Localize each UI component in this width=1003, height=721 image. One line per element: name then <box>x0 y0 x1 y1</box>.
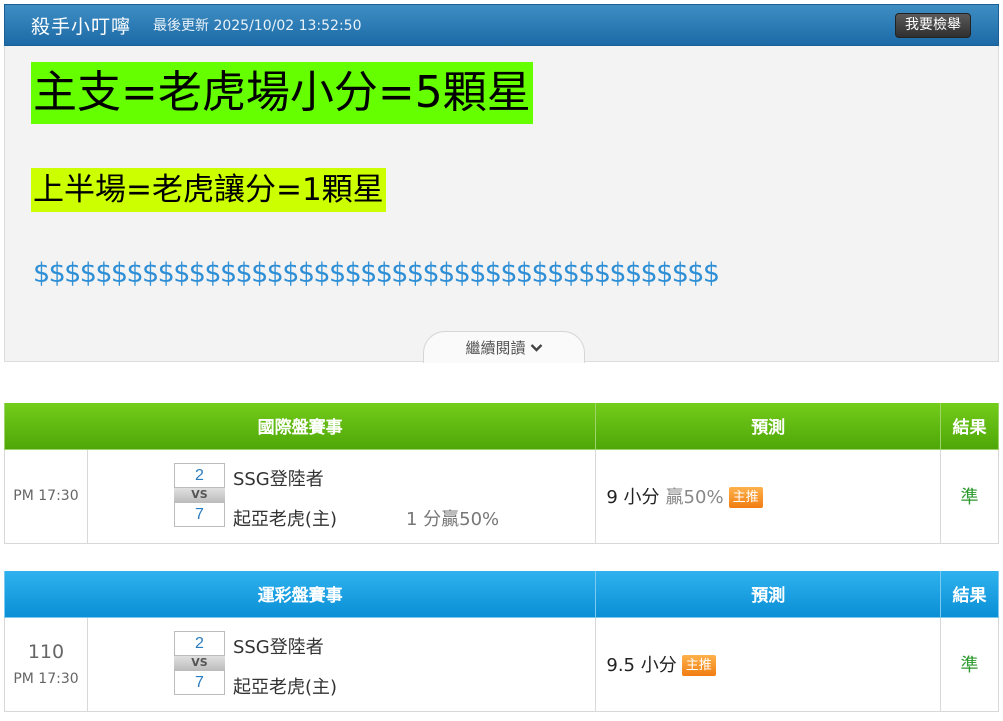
header-event: 運彩盤賽事 <box>3 571 597 618</box>
vs-label: VS <box>173 487 225 502</box>
chevron-down-icon <box>530 333 543 365</box>
score-home: 2 <box>173 462 225 488</box>
main-pick-badge: 主推 <box>681 655 716 676</box>
handicap-text: 1 分贏50% <box>405 508 500 530</box>
post-header: 殺手小叮嚀 最後更新 2025/10/02 13:52:50 我要檢舉 <box>4 4 999 46</box>
match-time-text: PM 17:30 <box>13 488 79 504</box>
header-prediction: 預測 <box>595 571 942 618</box>
highlight-line-first-half: 上半場=老虎讓分=1顆星 <box>31 168 386 212</box>
last-updated: 最後更新 2025/10/02 13:52:50 <box>153 18 362 34</box>
score-away: 7 <box>173 669 225 695</box>
international-table: 國際盤賽事 預測 結果 PM 17:30 2 VS 7 SSG登陸者 起亞老虎(… <box>3 403 999 544</box>
read-more-button[interactable]: 繼續閱讀 <box>423 331 585 363</box>
match-time: PM 17:30 <box>4 448 88 544</box>
author-name[interactable]: 殺手小叮嚀 <box>31 12 131 39</box>
scorebox: 2 VS 7 <box>173 630 225 695</box>
table-header-row: 運彩盤賽事 預測 結果 <box>3 571 999 618</box>
read-more-label: 繼續閱讀 <box>465 339 526 357</box>
team-home: 起亞老虎(主) <box>232 676 337 698</box>
prediction-value: 9 小分 <box>606 487 660 508</box>
match-number: 110 <box>27 641 65 663</box>
team-away: SSG登陸者 <box>232 636 324 658</box>
highlight-line-main: 主支=老虎場小分=5顆星 <box>31 62 533 124</box>
vs-label: VS <box>173 655 225 670</box>
header-result: 結果 <box>940 403 999 450</box>
score-away: 7 <box>173 501 225 527</box>
team-away: SSG登陸者 <box>232 468 324 490</box>
report-button[interactable]: 我要檢舉 <box>895 13 971 38</box>
header-prediction: 預測 <box>595 403 942 450</box>
result-cell: 準 <box>940 448 999 544</box>
dollar-line: $$$$$$$$$$$$$$$$$$$$$$$$$$$$$$$$$$$$$$$$… <box>33 258 720 289</box>
main-pick-badge: 主推 <box>728 487 763 508</box>
lottery-table: 運彩盤賽事 預測 結果 110 PM 17:30 2 VS 7 SSG登陸者 起… <box>3 571 999 712</box>
match-cell: 2 VS 7 SSG登陸者 起亞老虎(主) 1 分贏50% <box>86 448 597 544</box>
table-row: 110 PM 17:30 2 VS 7 SSG登陸者 起亞老虎(主) 9.5 小… <box>4 616 999 712</box>
match-cell: 2 VS 7 SSG登陸者 起亞老虎(主) <box>86 616 597 712</box>
scorebox: 2 VS 7 <box>173 462 225 527</box>
header-event: 國際盤賽事 <box>3 403 597 450</box>
result-cell: 準 <box>940 616 999 712</box>
article-panel: 主支=老虎場小分=5顆星 上半場=老虎讓分=1顆星 $$$$$$$$$$$$$$… <box>4 46 999 363</box>
prediction-value: 9.5 小分 <box>606 655 677 676</box>
team-home: 起亞老虎(主) <box>232 508 337 530</box>
header-result: 結果 <box>940 571 999 618</box>
prediction-percent: 贏50% <box>665 487 724 508</box>
prediction-cell: 9 小分 贏50% 主推 <box>595 448 942 544</box>
score-home: 2 <box>173 630 225 656</box>
table-row: PM 17:30 2 VS 7 SSG登陸者 起亞老虎(主) 1 分贏50% 9… <box>4 448 999 544</box>
table-header-row: 國際盤賽事 預測 結果 <box>3 403 999 450</box>
prediction-cell: 9.5 小分 主推 <box>595 616 942 712</box>
match-time-text: PM 17:30 <box>13 671 79 687</box>
match-time: 110 PM 17:30 <box>4 616 88 712</box>
